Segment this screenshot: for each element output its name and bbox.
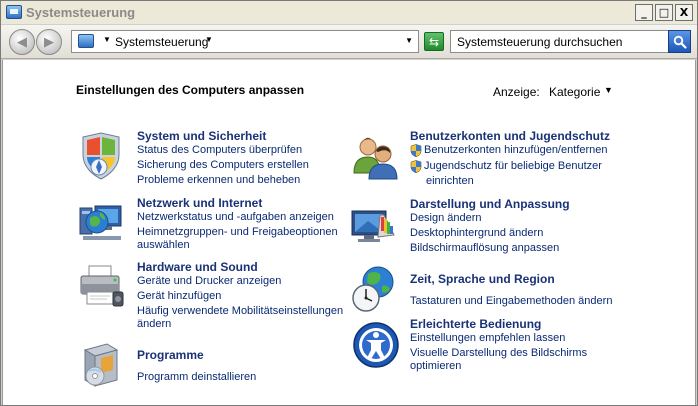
link-add-device[interactable]: Gerät hinzufügen — [137, 289, 221, 304]
shield-windows-icon[interactable] — [77, 131, 127, 181]
page-title: Einstellungen des Computers anpassen — [76, 83, 305, 97]
search-icon — [673, 35, 687, 49]
address-bar[interactable]: ▼ Systemsteuerung ▼ ▼ — [71, 30, 419, 53]
uac-shield-icon — [410, 160, 422, 173]
arrow-left-icon: ◀ — [17, 34, 27, 49]
category-title-clock-language-region[interactable]: Zeit, Sprache und Region — [410, 272, 555, 286]
link-troubleshoot[interactable]: Probleme erkennen und beheben — [137, 173, 300, 188]
link-add-remove-accounts[interactable]: Benutzerkonten hinzufügen/entfernen — [424, 143, 607, 158]
content-area: Einstellungen des Computers anpassen Anz… — [2, 60, 696, 405]
breadcrumb-separator-icon[interactable]: ▼ — [103, 35, 111, 44]
refresh-icon: ⇆ — [428, 34, 440, 49]
link-network-status[interactable]: Netzwerkstatus und -aufgaben anzeigen — [137, 210, 334, 225]
category-title-ease-of-access[interactable]: Erleichterte Bedienung — [410, 317, 541, 331]
link-uninstall-program[interactable]: Programm deinstallieren — [137, 370, 256, 385]
uac-link-parental-controls[interactable]: Jugendschutz für beliebige Benutzer — [410, 159, 602, 174]
category-title-appearance[interactable]: Darstellung und Anpassung — [410, 197, 570, 211]
display-palette-icon[interactable] — [350, 201, 400, 251]
view-by-label: Anzeige: — [493, 85, 540, 99]
link-create-backup[interactable]: Sicherung des Computers erstellen — [137, 158, 309, 173]
close-button[interactable]: X — [675, 4, 693, 21]
uac-link-add-remove-accounts[interactable]: Benutzerkonten hinzufügen/entfernen — [410, 143, 607, 158]
chevron-down-icon[interactable]: ▼ — [604, 85, 613, 95]
link-change-desktop-background[interactable]: Desktophintergrund ändern — [410, 226, 543, 241]
link-mobility-settings-cont[interactable]: ändern — [137, 317, 171, 332]
link-check-computer-status[interactable]: Status des Computers überprüfen — [137, 143, 302, 158]
control-panel-window: Systemsteuerung _ □ X ◀ ▶ ▼ Systemsteuer… — [0, 0, 698, 406]
ease-of-access-icon[interactable] — [351, 320, 401, 370]
link-change-theme[interactable]: Design ändern — [410, 211, 482, 226]
window-title: Systemsteuerung — [26, 5, 136, 20]
control-panel-icon — [78, 34, 94, 48]
link-optimize-visual-display-cont[interactable]: optimieren — [410, 359, 461, 374]
link-devices-printers[interactable]: Geräte und Drucker anzeigen — [137, 274, 281, 289]
breadcrumb-control-panel[interactable]: Systemsteuerung — [115, 35, 208, 49]
link-homegroup-sharing-cont[interactable]: auswählen — [137, 238, 190, 253]
link-parental-controls[interactable]: Jugendschutz für beliebige Benutzer — [424, 159, 602, 174]
refresh-button[interactable]: ⇆ — [424, 32, 444, 51]
search-button[interactable] — [668, 30, 691, 53]
title-bar[interactable]: Systemsteuerung _ □ X — [1, 1, 697, 25]
view-by-dropdown[interactable]: Kategorie — [549, 85, 600, 99]
chevron-down-icon[interactable]: ▼ — [205, 35, 213, 44]
search-input[interactable]: Systemsteuerung durchsuchen — [457, 35, 622, 49]
category-title-hardware-sound[interactable]: Hardware und Sound — [137, 260, 258, 274]
link-let-windows-suggest[interactable]: Einstellungen empfehlen lassen — [410, 331, 565, 346]
users-icon[interactable] — [350, 133, 400, 183]
navigation-toolbar: ◀ ▶ ▼ Systemsteuerung ▼ ▼ ⇆ Systemsteuer… — [1, 25, 697, 59]
programs-box-icon[interactable] — [77, 340, 127, 390]
category-title-programs[interactable]: Programme — [137, 348, 204, 362]
minimize-button[interactable]: _ — [635, 4, 653, 21]
category-title-user-accounts[interactable]: Benutzerkonten und Jugendschutz — [410, 129, 610, 143]
back-button[interactable]: ◀ — [9, 29, 35, 55]
address-history-dropdown[interactable]: ▼ — [405, 36, 413, 45]
uac-shield-icon — [410, 144, 422, 157]
link-adjust-resolution[interactable]: Bildschirmauflösung anpassen — [410, 241, 559, 256]
control-panel-icon — [6, 5, 22, 19]
search-box[interactable]: Systemsteuerung durchsuchen — [450, 30, 691, 53]
globe-clock-icon[interactable] — [350, 264, 400, 314]
printer-icon[interactable] — [77, 262, 127, 312]
maximize-button[interactable]: □ — [655, 4, 673, 21]
category-title-network-internet[interactable]: Netzwerk und Internet — [137, 196, 262, 210]
forward-button[interactable]: ▶ — [36, 29, 62, 55]
link-parental-controls-cont[interactable]: einrichten — [426, 174, 474, 189]
window-controls: _ □ X — [635, 4, 693, 21]
network-globe-icon[interactable] — [77, 198, 127, 248]
arrow-right-icon: ▶ — [44, 34, 54, 49]
link-keyboards-input-methods[interactable]: Tastaturen und Eingabemethoden ändern — [410, 294, 612, 309]
category-title-system-security[interactable]: System und Sicherheit — [137, 129, 266, 143]
